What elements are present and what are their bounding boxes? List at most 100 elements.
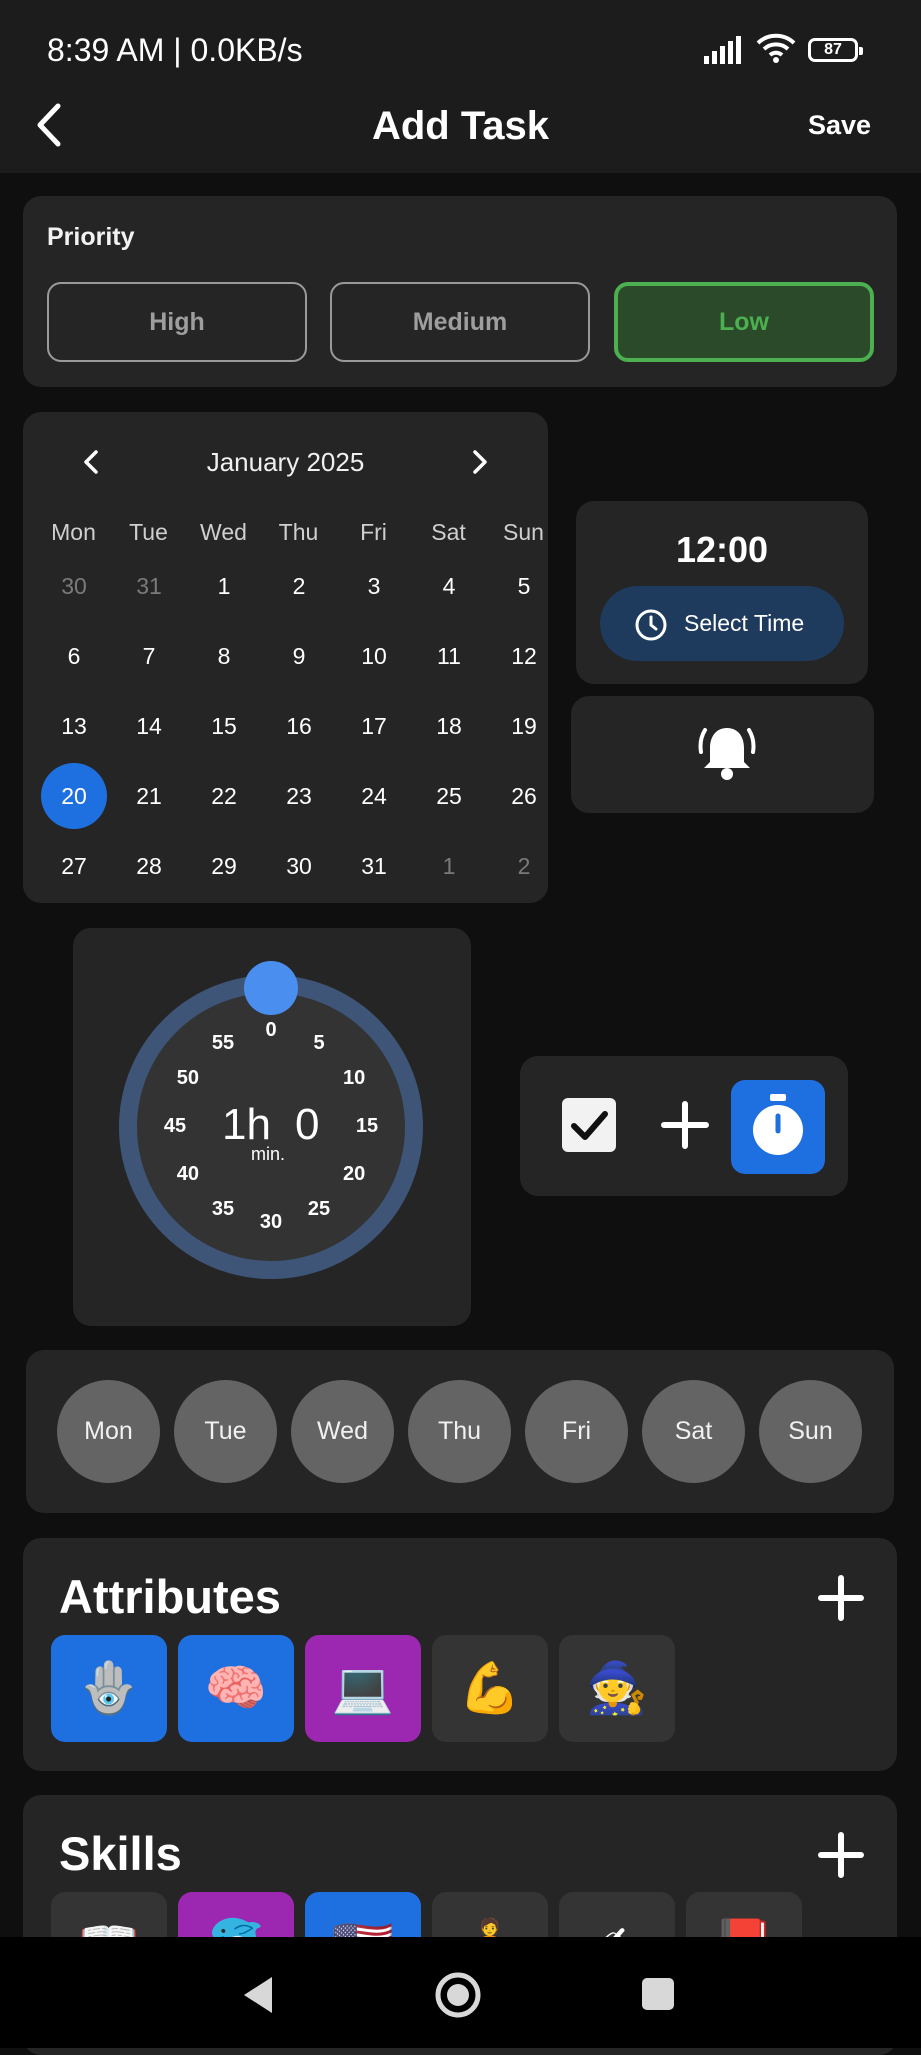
dial-minute-label: 10 — [343, 1067, 366, 1089]
calendar-day[interactable]: 28 — [116, 833, 182, 899]
dial-minute-label: 0 — [265, 1019, 277, 1041]
alarm-card[interactable] — [571, 696, 874, 813]
calendar-day[interactable]: 27 — [41, 833, 107, 899]
calendar-day[interactable]: 1 — [191, 553, 257, 619]
calendar-day[interactable]: 12 — [491, 623, 557, 689]
dial-minute-label: 45 — [163, 1115, 187, 1137]
calendar-weekday-header: Sat — [431, 519, 466, 545]
calendar-day[interactable]: 3 — [341, 553, 407, 619]
dial-minute-label: 40 — [176, 1163, 199, 1185]
calendar-day[interactable]: 7 — [116, 623, 182, 689]
select-time-label: Select Time — [684, 610, 805, 636]
repeat-day-toggle[interactable]: Mon — [57, 1380, 160, 1483]
priority-label: Priority — [47, 223, 135, 251]
calendar-day[interactable]: 13 — [41, 693, 107, 759]
nav-home-icon[interactable] — [434, 1971, 482, 2019]
calendar-weekday-header: Mon — [51, 519, 96, 545]
add-attribute-icon[interactable] — [817, 1574, 865, 1622]
attribute-tile[interactable]: 💻 — [305, 1635, 421, 1742]
signal-icon — [704, 36, 741, 64]
nav-back-icon[interactable] — [240, 1975, 276, 2015]
calendar-day[interactable]: 20 — [41, 763, 107, 829]
repeat-day-toggle[interactable]: Sat — [642, 1380, 745, 1483]
nav-recents-icon[interactable] — [641, 1977, 675, 2011]
duration-dial-card: 0 5 10 15 20 25 30 35 40 45 50 55 1h 0 min. — [73, 928, 471, 1326]
repeat-day-toggle[interactable]: Tue — [174, 1380, 277, 1483]
calendar-day[interactable]: 2 — [266, 553, 332, 619]
repeat-day-toggle[interactable]: Wed — [291, 1380, 394, 1483]
duration-minutes: 0 — [295, 1100, 320, 1149]
calendar-day[interactable]: 14 — [116, 693, 182, 759]
repeat-day-toggle[interactable]: Fri — [525, 1380, 628, 1483]
calendar-day[interactable]: 31 — [116, 553, 182, 619]
priority-card: Priority High Medium Low — [23, 196, 897, 387]
repeat-day-toggle[interactable]: Thu — [408, 1380, 511, 1483]
calendar-day[interactable]: 26 — [491, 763, 557, 829]
battery-level: 87 — [824, 41, 842, 58]
dial-minute-label: 55 — [211, 1031, 235, 1054]
dial-minute-label: 30 — [259, 1211, 283, 1233]
calendar-day[interactable]: 16 — [266, 693, 332, 759]
select-time-button[interactable]: Select Time — [600, 586, 844, 661]
chevron-right-icon[interactable] — [466, 447, 492, 477]
stopwatch-button[interactable] — [731, 1080, 825, 1174]
dial-minute-label: 50 — [176, 1067, 199, 1089]
battery-icon: 87 — [808, 38, 863, 62]
dial-minute-label: 15 — [355, 1115, 379, 1137]
calendar-day[interactable]: 30 — [266, 833, 332, 899]
calendar-weekday-header: Thu — [278, 519, 319, 545]
calendar-day[interactable]: 5 — [491, 553, 557, 619]
calendar-day[interactable]: 18 — [416, 693, 482, 759]
attribute-tile[interactable]: 🪬 — [51, 1635, 167, 1742]
time-value: 12:00 — [675, 529, 769, 570]
calendar-weekday-header: Wed — [200, 519, 247, 545]
calendar-day[interactable]: 31 — [341, 833, 407, 899]
calendar-day[interactable]: 21 — [116, 763, 182, 829]
add-skill-icon[interactable] — [817, 1831, 865, 1879]
save-button[interactable]: Save — [808, 110, 871, 141]
calendar-day[interactable]: 17 — [341, 693, 407, 759]
attribute-tile[interactable]: 🧙 — [559, 1635, 675, 1742]
calendar-day[interactable]: 10 — [341, 623, 407, 689]
calendar-day[interactable]: 15 — [191, 693, 257, 759]
status-time: 8:39 AM | 0.0KB/s — [47, 32, 303, 68]
task-type-card — [520, 1056, 848, 1196]
priority-low-button[interactable]: Low — [614, 282, 874, 362]
repeat-day-toggle[interactable]: Sun — [759, 1380, 862, 1483]
alarm-bell-icon — [698, 728, 756, 780]
calendar-day[interactable]: 29 — [191, 833, 257, 899]
calendar-day[interactable]: 2 — [491, 833, 557, 899]
attribute-tile[interactable]: 💪 — [432, 1635, 548, 1742]
priority-medium-button[interactable]: Medium — [330, 282, 590, 362]
calendar-weekday-header: Sun — [503, 519, 544, 545]
attributes-card: Attributes 🪬 🧠 💻 💪 🧙 — [23, 1538, 897, 1771]
dial-minute-label: 5 — [313, 1031, 325, 1054]
clock-icon — [635, 609, 667, 641]
attributes-title: Attributes — [59, 1570, 281, 1623]
calendar-day[interactable]: 8 — [191, 623, 257, 689]
calendar-day[interactable]: 6 — [41, 623, 107, 689]
repeat-days-card: Mon Tue Wed Thu Fri Sat Sun — [26, 1350, 894, 1513]
time-card: 12:00 Select Time — [576, 501, 868, 684]
dial-minute-label: 25 — [307, 1198, 331, 1221]
calendar-weekday-header: Tue — [129, 519, 168, 545]
calendar-day[interactable]: 19 — [491, 693, 557, 759]
calendar-day[interactable]: 25 — [416, 763, 482, 829]
dial-minute-label: 20 — [343, 1163, 366, 1185]
calendar-day[interactable]: 22 — [191, 763, 257, 829]
duration-unit: min. — [251, 1144, 286, 1164]
system-nav-bar — [0, 1937, 921, 2048]
dial-handle[interactable] — [244, 961, 298, 1015]
priority-high-button[interactable]: High — [47, 282, 307, 362]
calendar-day[interactable]: 4 — [416, 553, 482, 619]
calendar-day[interactable]: 24 — [341, 763, 407, 829]
wifi-icon — [756, 33, 796, 63]
checkbox-icon[interactable] — [562, 1098, 616, 1152]
calendar-day[interactable]: 23 — [266, 763, 332, 829]
page-title: Add Task — [371, 104, 550, 148]
calendar-day[interactable]: 9 — [266, 623, 332, 689]
calendar-day[interactable]: 1 — [416, 833, 482, 899]
calendar-day[interactable]: 30 — [41, 553, 107, 619]
attribute-tile[interactable]: 🧠 — [178, 1635, 294, 1742]
calendar-day[interactable]: 11 — [416, 623, 482, 689]
